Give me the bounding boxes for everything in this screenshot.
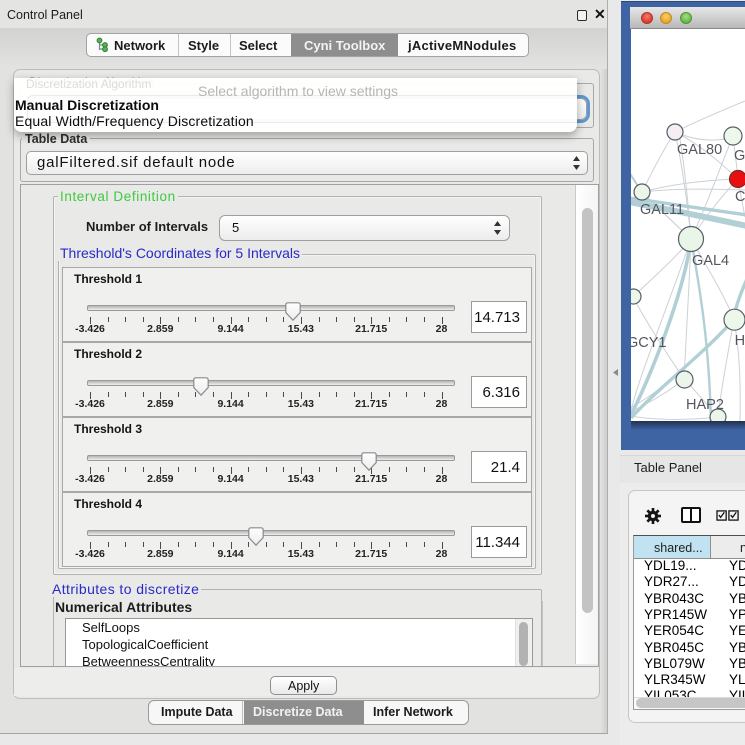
svg-text:GCY1: GCY1 bbox=[631, 335, 667, 351]
svg-text:GA: GA bbox=[734, 148, 745, 164]
svg-text:HAP2: HAP2 bbox=[686, 397, 724, 413]
svg-text:GAL80: GAL80 bbox=[677, 142, 722, 158]
svg-text:GAL11: GAL11 bbox=[640, 202, 684, 218]
svg-text:GAL4: GAL4 bbox=[692, 253, 729, 269]
svg-text:H: H bbox=[735, 333, 745, 349]
svg-text:C: C bbox=[735, 189, 745, 205]
